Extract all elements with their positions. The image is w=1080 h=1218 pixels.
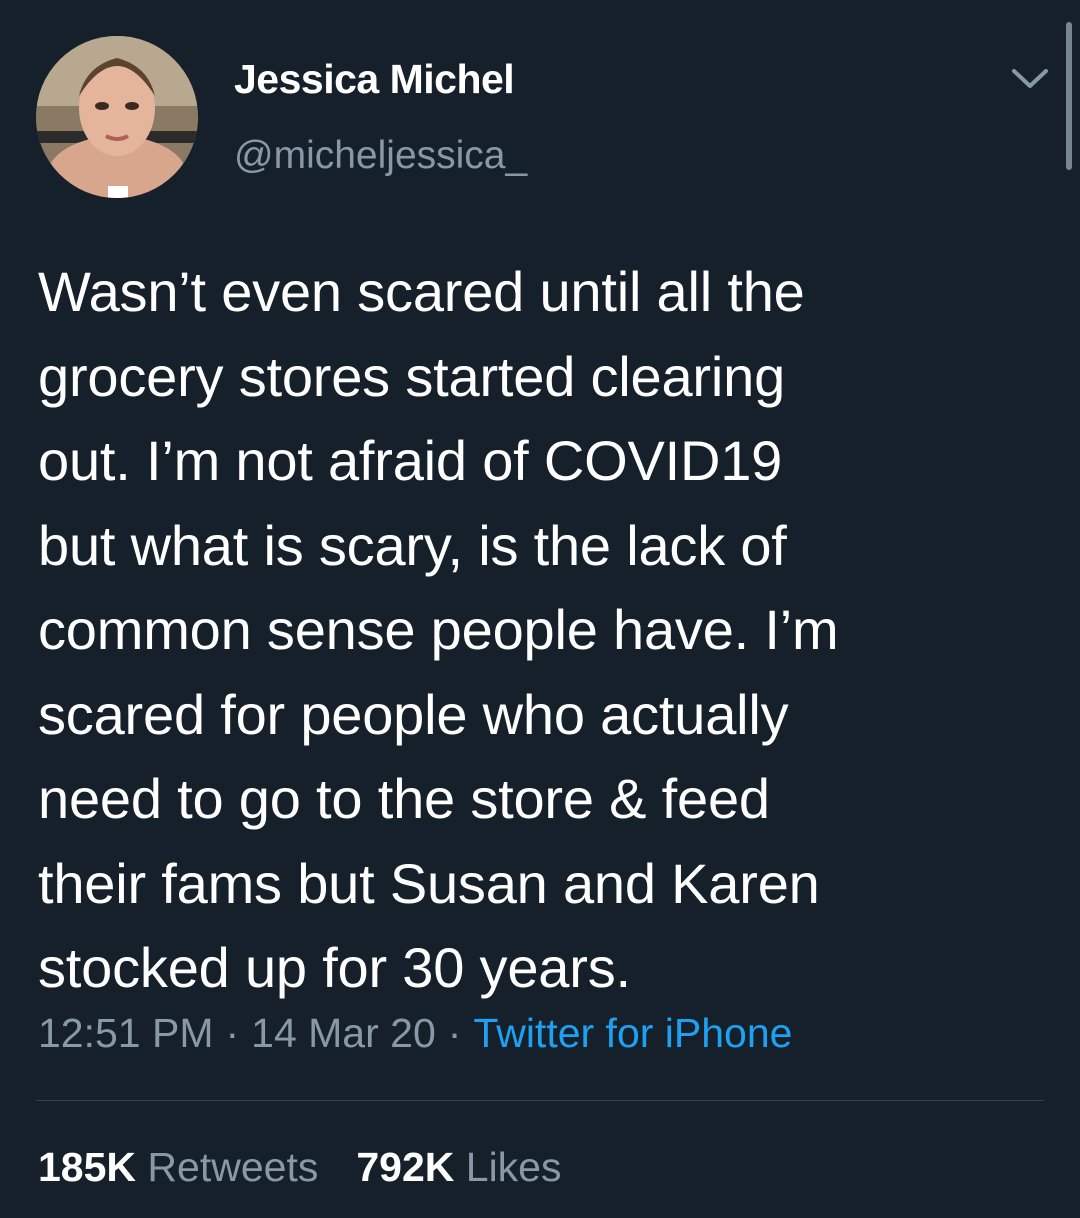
retweets-stat[interactable]: 185K Retweets: [38, 1144, 318, 1191]
chevron-down-icon[interactable]: [1008, 64, 1052, 94]
retweets-label: Retweets: [147, 1144, 319, 1190]
tweet-text: Wasn’t even scared until all the grocery…: [38, 260, 839, 999]
profile-photo-image: [36, 36, 198, 198]
likes-count: 792K: [356, 1144, 455, 1190]
tweet-source-link[interactable]: Twitter for iPhone: [473, 1010, 792, 1056]
tweet-meta: 12:51 PM · 14 Mar 20 · Twitter for iPhone: [38, 1010, 792, 1057]
retweets-count: 185K: [38, 1144, 137, 1190]
author-handle[interactable]: @micheljessica_: [234, 134, 527, 178]
tweet-stats: 185K Retweets 792K Likes: [38, 1144, 561, 1191]
likes-stat[interactable]: 792K Likes: [356, 1144, 561, 1191]
scrollbar[interactable]: [1066, 22, 1072, 170]
avatar[interactable]: [36, 36, 198, 198]
divider: [36, 1100, 1044, 1101]
tweet-time[interactable]: 12:51 PM: [38, 1010, 214, 1056]
meta-separator: ·: [447, 1010, 462, 1056]
likes-label: Likes: [465, 1144, 562, 1190]
meta-separator: ·: [225, 1010, 240, 1056]
tweet-date[interactable]: 14 Mar 20: [251, 1010, 436, 1056]
author-display-name[interactable]: Jessica Michel: [234, 56, 515, 103]
tweet-detail: Jessica Michel @micheljessica_ Wasn’t ev…: [0, 0, 1080, 1218]
